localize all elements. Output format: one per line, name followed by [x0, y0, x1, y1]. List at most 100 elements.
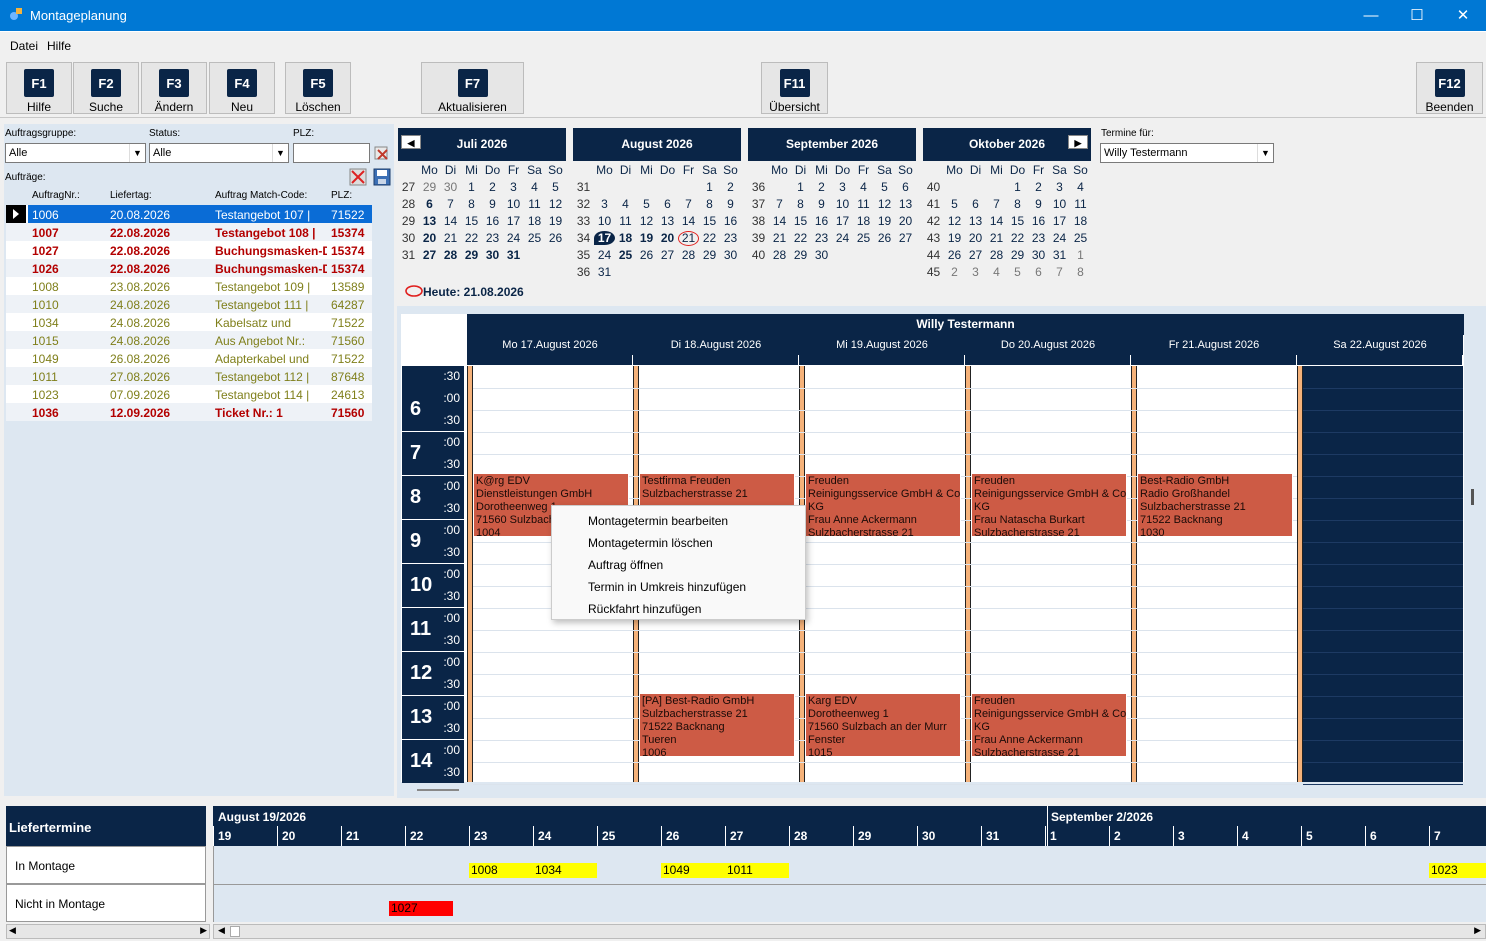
calendar-day[interactable]: 5	[636, 197, 657, 211]
calendar-day[interactable]: 1	[1070, 248, 1091, 262]
delivery-tag[interactable]: 1011	[725, 863, 789, 878]
next-month-icon[interactable]: ▶	[1068, 135, 1088, 149]
calendar-day[interactable]: 29	[790, 248, 811, 262]
calendar-day[interactable]: 6	[419, 197, 440, 211]
calendar-day[interactable]: 6	[965, 197, 986, 211]
calendar-day[interactable]: 16	[482, 214, 503, 228]
calendar-day[interactable]: 26	[545, 231, 566, 245]
calendar-day[interactable]: 23	[720, 231, 741, 245]
calendar-day[interactable]: 20	[657, 231, 678, 245]
table-row[interactable]: 1036 12.09.2026 Ticket Nr.: 1 71560	[6, 403, 372, 421]
column-header[interactable]: Liefertag:	[110, 190, 152, 201]
help-button[interactable]: F1 Hilfe	[6, 62, 72, 114]
calendar-day[interactable]: 4	[853, 180, 874, 194]
calendar-day[interactable]: 7	[769, 197, 790, 211]
calendar-day[interactable]: 26	[944, 248, 965, 262]
calendar-day[interactable]: 9	[811, 197, 832, 211]
calendar-day[interactable]: 11	[524, 197, 545, 211]
maximize-button[interactable]: ☐	[1394, 0, 1440, 31]
calendar-day[interactable]: 30	[720, 248, 741, 262]
calendar-day[interactable]: 20	[895, 214, 916, 228]
prev-month-icon[interactable]: ◀	[401, 135, 421, 149]
today-day[interactable]: 21	[678, 231, 699, 246]
column-header[interactable]: AuftragNr.:	[32, 190, 80, 201]
calendar-day[interactable]: 18	[1070, 214, 1091, 228]
calendar-day[interactable]: 7	[440, 197, 461, 211]
scrollbar-thumb[interactable]	[230, 926, 240, 937]
plz-input[interactable]	[293, 143, 370, 163]
calendar-day[interactable]: 11	[615, 214, 636, 228]
arrow-right-icon[interactable]: ▶	[1474, 925, 1481, 936]
group-select[interactable]: Alle ▼	[5, 143, 146, 163]
calendar-day[interactable]: 5	[545, 180, 566, 194]
calendar-day[interactable]: 17	[1049, 214, 1070, 228]
calendar-day[interactable]: 19	[874, 214, 895, 228]
calendar-day[interactable]: 28	[678, 248, 699, 262]
calendar-day[interactable]: 10	[1049, 197, 1070, 211]
calendar-day[interactable]: 14	[986, 214, 1007, 228]
left-scrollbar[interactable]: ◀ ▶	[6, 924, 210, 939]
calendar-day[interactable]: 3	[503, 180, 524, 194]
calendar-day[interactable]: 14	[678, 214, 699, 228]
calendar-day[interactable]: 9	[1028, 197, 1049, 211]
clear-filter-icon[interactable]	[373, 144, 391, 162]
arrow-left-icon[interactable]: ◀	[218, 925, 225, 936]
refresh-button[interactable]: F7 Aktualisieren	[421, 62, 524, 114]
calendar-day[interactable]: 23	[1028, 231, 1049, 245]
appointment[interactable]: Freuden Reinigungsservice GmbH & Co. KG …	[971, 473, 1127, 537]
calendar-day[interactable]: 12	[944, 214, 965, 228]
calendar-day[interactable]: 2	[811, 180, 832, 194]
calendar-day[interactable]: 17	[832, 214, 853, 228]
day-header[interactable]: Mo 17.August 2026	[467, 335, 633, 365]
calendar-day[interactable]: 5	[1007, 265, 1028, 279]
hscrollbar-thumb[interactable]	[417, 789, 459, 791]
calendar-day[interactable]: 25	[1070, 231, 1091, 245]
appointment[interactable]: Best-Radio GmbH Radio Großhandel Sulzbac…	[1137, 473, 1293, 537]
calendar-day[interactable]: 29	[1007, 248, 1028, 262]
menu-hilfe[interactable]: Hilfe	[47, 39, 71, 53]
selected-day[interactable]: 17	[594, 231, 615, 245]
calendar-day[interactable]: 11	[853, 197, 874, 211]
table-row[interactable]: 1007 22.08.2026 Testangebot 108 | 15374	[6, 223, 372, 241]
delivery-tag[interactable]: 1023	[1429, 863, 1486, 878]
calendar-day[interactable]: 27	[657, 248, 678, 262]
calendar-day[interactable]: 15	[1007, 214, 1028, 228]
calendar-day[interactable]: 27	[895, 231, 916, 245]
table-row[interactable]: 1034 24.08.2026 Kabelsatz und 71522	[6, 313, 372, 331]
ctx-add-nearby[interactable]: Termin in Umkreis hinzufügen	[588, 580, 746, 594]
ctx-delete-appointment[interactable]: Montagetermin löschen	[588, 536, 713, 550]
calendar-day[interactable]: 15	[461, 214, 482, 228]
calendar-day[interactable]: 2	[1028, 180, 1049, 194]
calendar-day[interactable]: 9	[482, 197, 503, 211]
calendar-day[interactable]: 26	[636, 248, 657, 262]
calendar-day[interactable]: 13	[895, 197, 916, 211]
table-row[interactable]: 1049 26.08.2026 Adapterkabel und 71522	[6, 349, 372, 367]
calendar-day[interactable]: 12	[636, 214, 657, 228]
calendar-day[interactable]: 25	[853, 231, 874, 245]
calendar-day[interactable]: 28	[769, 248, 790, 262]
new-button[interactable]: F4 Neu	[209, 62, 275, 114]
calendar-day[interactable]: 16	[720, 214, 741, 228]
ctx-edit-appointment[interactable]: Montagetermin bearbeiten	[588, 514, 728, 528]
calendar-day[interactable]: 18	[524, 214, 545, 228]
calendar-day[interactable]: 27	[965, 248, 986, 262]
calendar-day[interactable]: 3	[832, 180, 853, 194]
calendar-day[interactable]: 8	[790, 197, 811, 211]
calendar-day[interactable]: 7	[678, 197, 699, 211]
calendar-day[interactable]: 21	[986, 231, 1007, 245]
delivery-tag[interactable]: 1049	[661, 863, 725, 878]
calendar-day[interactable]: 27	[419, 248, 440, 262]
calendar-day[interactable]: 14	[440, 214, 461, 228]
calendar-day[interactable]: 18	[615, 231, 636, 245]
calendar-day[interactable]: 30	[811, 248, 832, 262]
calendar-day[interactable]: 13	[965, 214, 986, 228]
calendar-day[interactable]: 4	[524, 180, 545, 194]
calendar-day[interactable]: 30	[482, 248, 503, 262]
search-button[interactable]: F2 Suche	[73, 62, 139, 114]
delete-order-icon[interactable]	[349, 168, 367, 186]
overview-button[interactable]: F11 Übersicht	[761, 62, 828, 114]
calendar-day[interactable]: 28	[986, 248, 1007, 262]
calendar-day[interactable]: 30	[440, 180, 461, 194]
appointment[interactable]: Freuden Reinigungsservice GmbH & Co. KG …	[805, 473, 961, 537]
calendar-day[interactable]: 24	[832, 231, 853, 245]
